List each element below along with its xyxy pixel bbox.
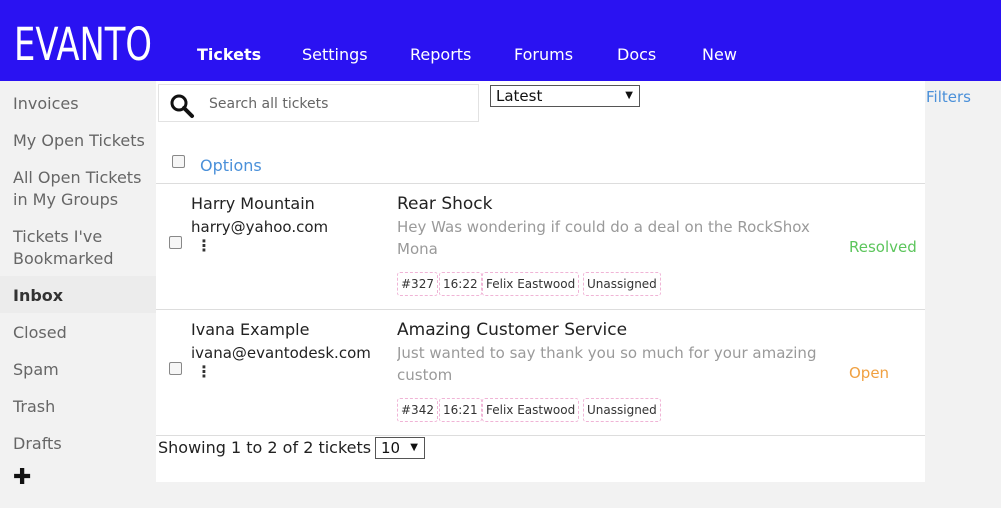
ticket-subject[interactable]: Rear Shock xyxy=(397,194,492,214)
ticket-status: Open xyxy=(849,364,890,382)
evanto-logo[interactable]: EVANTO xyxy=(14,14,154,66)
ticket-preview: Hey Was wondering if could do a deal on … xyxy=(397,218,810,258)
ticket-id-tag: #327 xyxy=(397,272,438,296)
ticket-owner-tag[interactable]: Felix Eastwood xyxy=(482,398,580,422)
nav-new[interactable]: New xyxy=(702,45,737,64)
more-actions-icon[interactable]: ⋮ xyxy=(196,364,212,380)
dropdown-caret-icon: ▼ xyxy=(410,442,418,453)
nav-reports[interactable]: Reports xyxy=(410,45,471,64)
ticket-assignee-tag[interactable]: Unassigned xyxy=(583,398,661,422)
divider xyxy=(156,183,925,184)
ticket-status: Resolved xyxy=(849,238,917,256)
plus-icon[interactable]: ✚ xyxy=(13,467,31,489)
options-link[interactable]: Options xyxy=(200,156,262,175)
sidebar-item-drafts[interactable]: Drafts xyxy=(13,433,153,455)
ticket-preview: Just wanted to say thank you so much for… xyxy=(397,344,817,384)
ticket-subject[interactable]: Amazing Customer Service xyxy=(397,320,627,340)
showing-text: Showing 1 to 2 of 2 tickets xyxy=(158,438,372,457)
customer-email: ivana@evantodesk.com xyxy=(191,344,371,362)
logo-text: EVANTO xyxy=(14,18,152,66)
ticket-checkbox[interactable] xyxy=(169,362,182,375)
ticket-time-tag: 16:21 xyxy=(439,398,482,422)
sidebar: Invoices My Open Tickets All Open Ticket… xyxy=(0,81,156,508)
ticket-assignee-tag[interactable]: Unassigned xyxy=(583,272,661,296)
page-size-select[interactable]: 10 ▼ xyxy=(375,437,425,459)
sidebar-item-spam[interactable]: Spam xyxy=(13,359,153,381)
nav-tickets[interactable]: Tickets xyxy=(197,45,261,64)
nav-forums[interactable]: Forums xyxy=(514,45,573,64)
more-actions-icon[interactable]: ⋮ xyxy=(196,238,212,254)
sidebar-item-all-open-tickets-in-my-groups[interactable]: All Open Tickets in My Groups xyxy=(13,167,153,211)
divider xyxy=(156,435,925,436)
sidebar-item-tickets-bookmarked[interactable]: Tickets I've Bookmarked xyxy=(13,226,153,270)
search-input[interactable] xyxy=(209,93,469,115)
search-box xyxy=(158,84,479,122)
sidebar-item-closed[interactable]: Closed xyxy=(13,322,153,344)
customer-email: harry@yahoo.com xyxy=(191,218,329,236)
ticket-time-tag: 16:22 xyxy=(439,272,482,296)
nav-docs[interactable]: Docs xyxy=(617,45,656,64)
search-icon[interactable] xyxy=(169,93,195,119)
customer-name[interactable]: Harry Mountain xyxy=(191,194,315,213)
ticket-id-tag: #342 xyxy=(397,398,438,422)
divider xyxy=(156,309,925,310)
customer-name[interactable]: Ivana Example xyxy=(191,320,309,339)
top-nav-bar: EVANTO Tickets Settings Reports Forums D… xyxy=(0,0,1001,81)
sort-select[interactable]: Latest ▼ xyxy=(490,85,640,107)
sort-select-value: Latest xyxy=(496,87,543,105)
pagination-summary: Showing 1 to 2 of 2 tickets 1 xyxy=(158,438,387,457)
nav-settings[interactable]: Settings xyxy=(302,45,368,64)
ticket-checkbox[interactable] xyxy=(169,236,182,249)
sidebar-item-my-open-tickets[interactable]: My Open Tickets xyxy=(13,130,153,152)
ticket-owner-tag[interactable]: Felix Eastwood xyxy=(482,272,580,296)
sidebar-item-invoices[interactable]: Invoices xyxy=(13,93,153,115)
select-all-checkbox[interactable] xyxy=(172,155,185,168)
filters-link[interactable]: Filters xyxy=(926,88,971,106)
dropdown-caret-icon: ▼ xyxy=(625,90,633,101)
ticket-list-panel: Latest ▼ Options Harry Mountain harry@ya… xyxy=(156,81,925,482)
sidebar-item-inbox[interactable]: Inbox xyxy=(13,285,153,307)
sidebar-item-trash[interactable]: Trash xyxy=(13,396,153,418)
page-size-value: 10 xyxy=(381,439,401,457)
